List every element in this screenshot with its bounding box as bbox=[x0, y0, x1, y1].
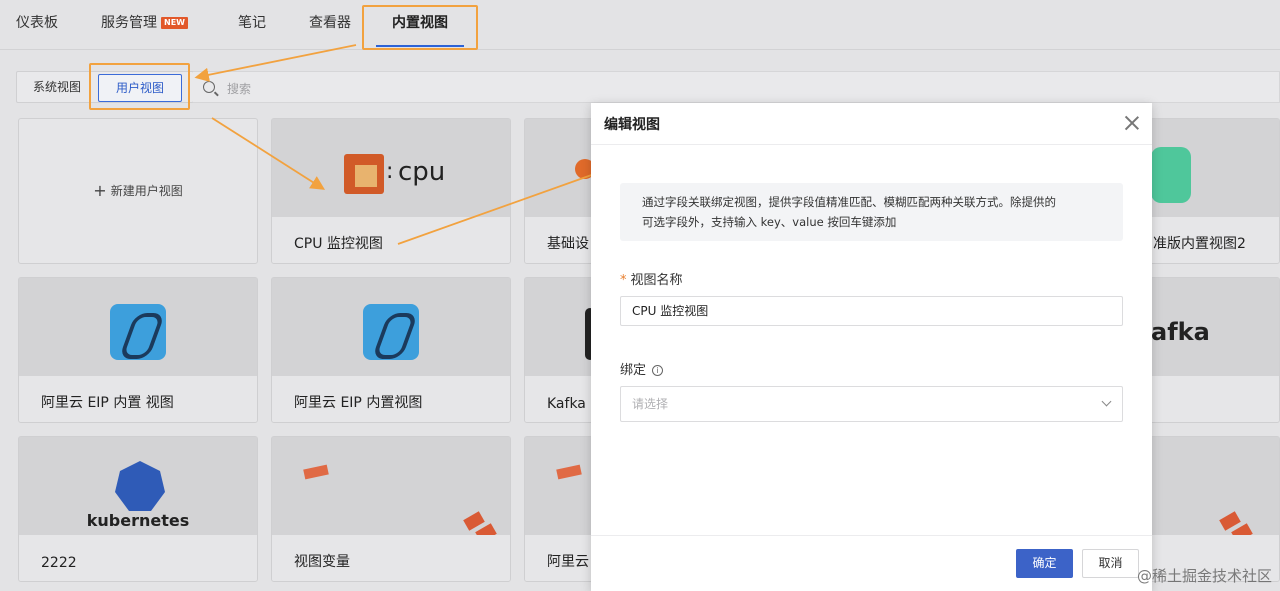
search-bar[interactable]: 搜索 bbox=[193, 71, 1280, 103]
edit-view-modal: 编辑视图 通过字段关联绑定视图，提供字段值精准匹配、模糊匹配两种关联方式。除提供… bbox=[591, 103, 1152, 591]
view-variables-card[interactable]: 视图变量 bbox=[271, 436, 511, 582]
card-thumbnail bbox=[19, 278, 257, 388]
search-icon bbox=[203, 81, 215, 93]
tab-highlight-box bbox=[362, 5, 478, 50]
card-thumbnail bbox=[272, 278, 510, 388]
new-view-label: + 新建用户视图 bbox=[19, 181, 257, 200]
view-name-input[interactable]: CPU 监控视图 bbox=[620, 296, 1123, 326]
storage-icon bbox=[1151, 147, 1191, 203]
new-view-text: 新建用户视图 bbox=[110, 184, 183, 198]
view-name-label: * 视图名称 bbox=[620, 269, 683, 288]
watermark: @稀土掘金技术社区 bbox=[1136, 567, 1272, 585]
info-icon[interactable]: i bbox=[652, 365, 664, 376]
card-thumbnail bbox=[272, 437, 510, 547]
bind-select[interactable]: 请选择 bbox=[620, 386, 1123, 422]
card-title: 基础设 bbox=[547, 236, 589, 252]
plus-icon: + bbox=[93, 181, 107, 200]
bind-placeholder: 请选择 bbox=[632, 397, 669, 411]
modal-title: 编辑视图 bbox=[604, 117, 660, 133]
info-box: 通过字段关联绑定视图，提供字段值精准匹配、模糊匹配两种关联方式。除提供的 可选字… bbox=[620, 183, 1123, 241]
map-shape bbox=[303, 464, 329, 480]
card-thumbnail: : cpu bbox=[272, 119, 510, 229]
system-view-button[interactable]: 系统视图 bbox=[17, 72, 97, 102]
kubernetes-icon bbox=[115, 461, 165, 511]
bind-label-text: 绑定 bbox=[620, 363, 647, 378]
card-footer: 阿里云 EIP 内置 视图 bbox=[19, 376, 257, 422]
cpu-logo-text: cpu bbox=[398, 157, 446, 187]
card-title: 阿里云 EIP 内置 视图 bbox=[41, 395, 174, 411]
tab-label: 服务管理 bbox=[101, 15, 157, 31]
eip-view-card-2[interactable]: 阿里云 EIP 内置视图 bbox=[271, 277, 511, 423]
map-shape bbox=[556, 464, 582, 480]
eip-icon bbox=[363, 304, 419, 360]
kafka-logo-text: afka bbox=[1151, 318, 1210, 346]
card-title: 阿里云 EIP 内置视图 bbox=[294, 395, 423, 411]
required-mark: * bbox=[620, 273, 627, 288]
modal-header: 编辑视图 bbox=[591, 103, 1152, 145]
eip-icon bbox=[110, 304, 166, 360]
eip-view-card-1[interactable]: 阿里云 EIP 内置 视图 bbox=[18, 277, 258, 423]
new-badge: NEW bbox=[161, 17, 188, 29]
confirm-button[interactable]: 确定 bbox=[1016, 549, 1073, 578]
colon-glyph: : bbox=[386, 159, 394, 184]
tab-label: 笔记 bbox=[238, 15, 266, 31]
tab-viewer[interactable]: 查看器 bbox=[309, 0, 351, 50]
info-line-2: 可选字段外，支持输入 key、value 按回车键添加 bbox=[642, 215, 897, 229]
kubernetes-logo-text: kubernetes bbox=[86, 511, 190, 530]
card-title: 2222 bbox=[41, 555, 77, 571]
tab-service-management[interactable]: 服务管理 NEW bbox=[101, 0, 188, 50]
k8s-view-card[interactable]: kubernetes 2222 bbox=[18, 436, 258, 582]
card-title: Kafka I bbox=[547, 396, 595, 412]
cancel-button[interactable]: 取消 bbox=[1082, 549, 1139, 578]
close-icon[interactable] bbox=[1124, 115, 1140, 131]
card-title: CPU 监控视图 bbox=[294, 236, 383, 252]
card-footer: 阿里云 EIP 内置视图 bbox=[272, 376, 510, 422]
card-footer: 2222 bbox=[19, 535, 257, 581]
tab-label: 仪表板 bbox=[16, 15, 58, 31]
card-footer: 视图变量 bbox=[272, 535, 510, 581]
card-footer: CPU 监控视图 bbox=[272, 217, 510, 263]
cpu-chip-icon bbox=[344, 154, 384, 194]
bind-label: 绑定 i bbox=[620, 359, 664, 378]
user-view-highlight-box bbox=[89, 63, 190, 110]
card-title: 阿里云 bbox=[547, 554, 589, 570]
new-user-view-card[interactable]: + 新建用户视图 bbox=[18, 118, 258, 264]
chevron-down-icon bbox=[1101, 396, 1112, 407]
top-nav: 仪表板 服务管理 NEW 笔记 查看器 内置视图 bbox=[0, 0, 1280, 50]
card-title: 准版内置视图2 bbox=[1153, 236, 1246, 252]
search-input[interactable]: 搜索 bbox=[227, 80, 251, 97]
modal-footer: 确定 取消 bbox=[591, 535, 1152, 591]
info-line-1: 通过字段关联绑定视图，提供字段值精准匹配、模糊匹配两种关联方式。除提供的 bbox=[642, 195, 1056, 209]
card-thumbnail: kubernetes bbox=[19, 437, 257, 547]
tab-label: 查看器 bbox=[309, 15, 351, 31]
tab-notes[interactable]: 笔记 bbox=[238, 0, 266, 50]
tab-dashboard[interactable]: 仪表板 bbox=[16, 0, 58, 50]
card-title: 视图变量 bbox=[294, 554, 350, 570]
cpu-view-card[interactable]: : cpu CPU 监控视图 bbox=[271, 118, 511, 264]
view-name-label-text: 视图名称 bbox=[630, 273, 683, 288]
